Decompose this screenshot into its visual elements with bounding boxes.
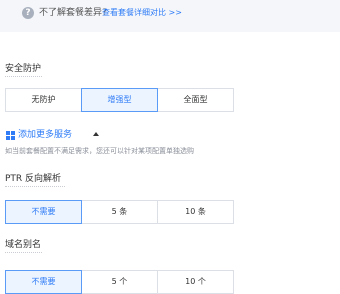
tip-bar: ? 不了解套餐差异? 查看套餐详细对比 >> [0, 0, 340, 32]
security-label-underline [5, 76, 42, 77]
ptr-option-none[interactable]: 不需要 [5, 200, 82, 224]
alias-option-10[interactable]: 10 个 [157, 270, 234, 294]
alias-segmented-control: 不需要 5 个 10 个 [5, 270, 234, 294]
ptr-option-5[interactable]: 5 条 [81, 200, 158, 224]
caret-up-icon [93, 132, 99, 136]
alias-option-none[interactable]: 不需要 [5, 270, 82, 294]
more-services-description: 如当前套餐配置不满足需求，您还可以针对某项配置单独选购 [5, 147, 194, 155]
security-label: 安全防护 [5, 64, 42, 74]
security-option-none[interactable]: 无防护 [5, 88, 82, 112]
ptr-segmented-control: 不需要 5 条 10 条 [5, 200, 234, 224]
alias-option-5[interactable]: 5 个 [81, 270, 158, 294]
alias-label: 域名别名 [5, 240, 42, 250]
security-option-enhanced[interactable]: 增强型 [81, 88, 158, 112]
question-icon: ? [22, 7, 34, 19]
security-segmented-control: 无防护 增强型 全面型 [5, 88, 234, 112]
ptr-label: PTR 反向解析 [5, 174, 62, 184]
tip-text: 不了解套餐差异? [39, 8, 107, 18]
grid-icon [6, 131, 15, 140]
alias-label-underline [5, 252, 42, 253]
compare-plans-link[interactable]: 查看套餐详细对比 >> [102, 6, 182, 20]
add-more-services-label: 添加更多服务 [18, 130, 73, 140]
security-option-full[interactable]: 全面型 [157, 88, 234, 112]
ptr-option-10[interactable]: 10 条 [157, 200, 234, 224]
ptr-label-underline [5, 186, 65, 187]
